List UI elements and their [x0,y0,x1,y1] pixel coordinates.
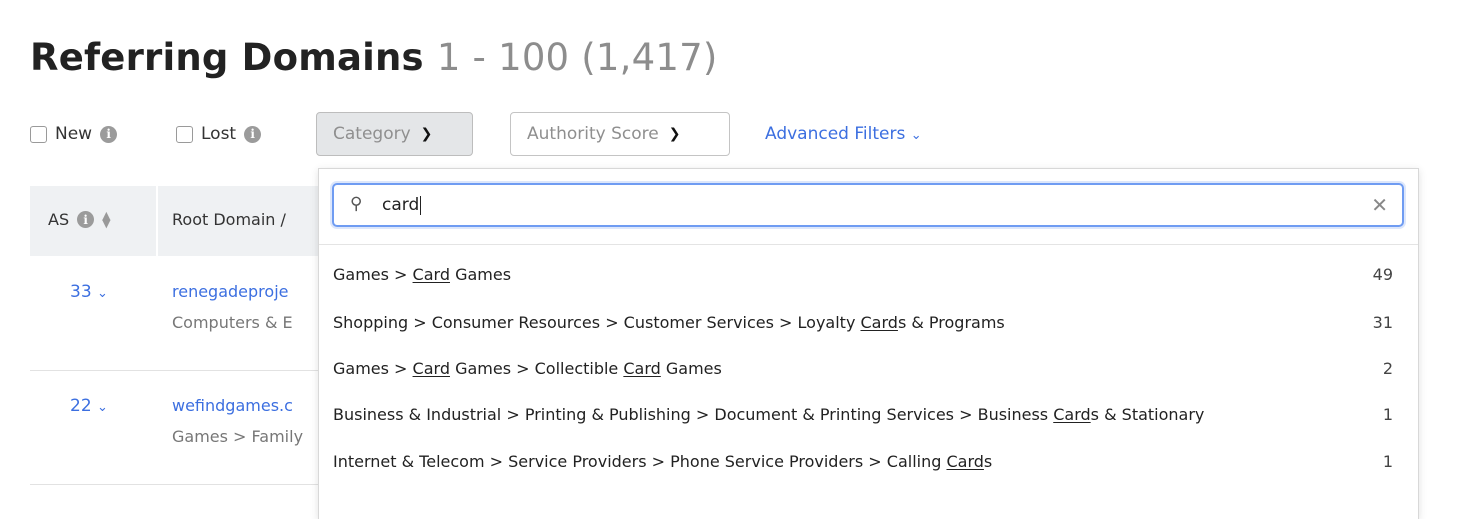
category-option-label: Shopping > Consumer Resources > Customer… [333,313,1005,332]
category-path-text: Games > Collectible [449,359,624,378]
category-option-count: 1 [1382,405,1393,424]
result-range: 1 - 100 (1,417) [436,36,718,79]
category-path-text: s & Programs [897,313,1005,332]
category-option[interactable]: Games > Card Games 49 [333,255,1393,295]
table-header: AS i ▲ ▼ Root Domain / [30,186,320,256]
search-match-highlight: Card [860,313,898,332]
category-dropdown-popup: ⚲ card ✕ Games > Card Games 49 Shopping … [318,168,1419,519]
chevron-down-icon: ⌄ [910,128,922,143]
category-option-label: Internet & Telecom > Service Providers >… [333,452,992,471]
category-path-text: Games [660,359,722,378]
as-score-toggle[interactable]: 22 ⌄ [70,396,108,416]
category-option[interactable]: Shopping > Consumer Resources > Customer… [333,303,1393,343]
category-option-count: 49 [1372,265,1393,284]
info-icon[interactable]: i [77,211,95,228]
category-path-text: Shopping > Consumer Resources > Customer… [333,313,861,332]
search-match-highlight: Card [412,265,450,284]
search-match-highlight: Card [946,452,984,471]
chevron-down-icon: ⌄ [97,400,108,415]
category-option-count: 2 [1382,359,1393,378]
category-path-text: Games [449,265,512,284]
category-search-input[interactable]: ⚲ card ✕ [332,183,1404,227]
lost-filter-label: Lost [201,124,237,144]
domain-link[interactable]: wefindgames.c [172,396,320,415]
new-filter-label: New [55,124,93,144]
search-match-highlight: Card [1053,405,1091,424]
text-caret [420,195,422,215]
popup-divider [319,244,1418,245]
checkbox-icon[interactable] [30,125,47,143]
new-filter-checkbox[interactable]: New i [30,124,118,144]
column-divider [156,186,158,256]
category-option[interactable]: Games > Card Games > Collectible Card Ga… [333,349,1393,389]
domain-category: Computers & E [172,313,293,332]
category-path-text: s [983,452,993,471]
search-match-highlight: Card [623,359,661,378]
checkbox-icon[interactable] [176,125,193,143]
category-dropdown[interactable]: Category ❯ [316,112,473,156]
column-header-as-label: AS [48,210,70,229]
as-score-value: 33 [70,282,92,302]
category-path-text: Games > [333,265,413,284]
category-option-label: Games > Card Games [333,265,511,284]
sort-icon[interactable]: ▲ ▼ [102,210,110,229]
domain-link[interactable]: renegadeproje [172,282,320,301]
table-row: 22 ⌄ wefindgames.c Games > Family [30,372,320,485]
page-title: Referring Domains 1 - 100 (1,417) [30,36,717,79]
page-title-text: Referring Domains [30,36,424,79]
category-option-count: 31 [1372,313,1393,332]
as-score-toggle[interactable]: 33 ⌄ [70,282,108,302]
search-match-highlight: Card [412,359,450,378]
column-header-root-domain-label: Root Domain / [172,210,286,229]
info-icon[interactable]: i [100,125,118,143]
advanced-filters-label: Advanced Filters [765,124,906,144]
category-option[interactable]: Internet & Telecom > Service Providers >… [333,442,1393,482]
search-icon: ⚲ [350,194,363,214]
category-option-count: 1 [1382,452,1393,471]
chevron-down-icon: ❯ [420,126,433,142]
category-path-text: Business & Industrial > Printing & Publi… [333,405,1054,424]
advanced-filters-link[interactable]: Advanced Filters ⌄ [765,124,922,144]
category-search-value: card [382,195,420,215]
category-path-text: Games > [333,359,413,378]
domain-category: Games > Family [172,427,304,446]
category-dropdown-label: Category [333,124,411,144]
category-path-text: s & Stationary [1090,405,1205,424]
lost-filter-checkbox[interactable]: Lost i [176,124,262,144]
column-header-root-domain[interactable]: Root Domain / [172,210,286,229]
authority-score-label: Authority Score [527,124,659,144]
column-header-as[interactable]: AS i ▲ ▼ [48,210,111,230]
authority-score-dropdown[interactable]: Authority Score ❯ [510,112,730,156]
category-option-label: Games > Card Games > Collectible Card Ga… [333,359,722,378]
category-option[interactable]: Business & Industrial > Printing & Publi… [333,395,1393,435]
filter-bar: New i Lost i Category ❯ Authority Score … [0,112,1484,158]
info-icon[interactable]: i [244,125,262,143]
category-option-label: Business & Industrial > Printing & Publi… [333,405,1204,424]
close-icon[interactable]: ✕ [1371,193,1388,217]
category-path-text: Internet & Telecom > Service Providers >… [333,452,947,471]
table-row: 33 ⌄ renegadeproje Computers & E [30,258,320,371]
as-score-value: 22 [70,396,92,416]
chevron-down-icon: ❯ [668,126,681,142]
chevron-down-icon: ⌄ [97,286,108,301]
